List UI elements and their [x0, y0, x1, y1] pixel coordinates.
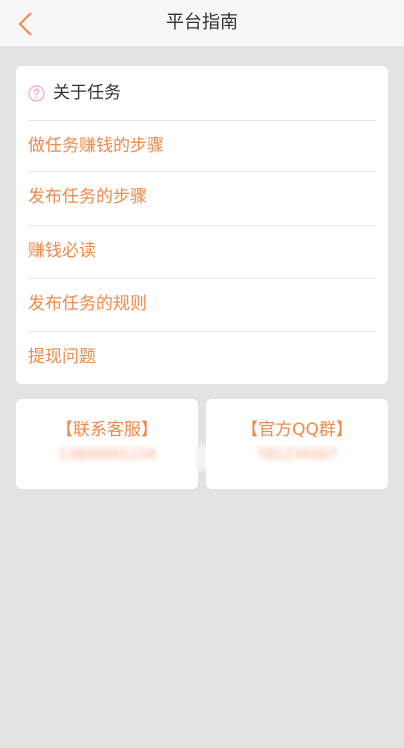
guide-menu-card: 关于任务 做任务赚钱的步骤 发布任务的步骤 赚钱必读 发布任务的规则 提现问题: [16, 66, 388, 384]
menu-section-header: 关于任务: [28, 81, 121, 105]
customer-service-card[interactable]: 【联系客服】 13800001234: [16, 399, 198, 489]
contact-label: 【官方QQ群】: [241, 420, 353, 440]
top-bar: 平台指南: [0, 0, 404, 47]
menu-item-must-read[interactable]: 赚钱必读: [28, 225, 376, 278]
contact-label: 【联系客服】: [56, 420, 158, 440]
menu-item-label: 做任务赚钱的步骤: [28, 136, 164, 156]
menu-item-label: 发布任务的规则: [28, 294, 147, 314]
menu-item-label: 发布任务的步骤: [28, 187, 147, 207]
contact-phone[interactable]: 13800001234: [16, 445, 198, 465]
menu-item-publish-steps[interactable]: 发布任务的步骤: [28, 171, 376, 224]
menu-item-publish-rules[interactable]: 发布任务的规则: [28, 278, 376, 331]
menu-item-label: 赚钱必读: [28, 241, 96, 261]
menu-section-title: 关于任务: [53, 83, 121, 103]
menu-item-label: 提现问题: [28, 347, 96, 367]
question-circle-icon: [28, 84, 45, 102]
menu-item-earn-steps[interactable]: 做任务赚钱的步骤: [28, 120, 376, 173]
qq-group-card[interactable]: 【官方QQ群】 781234567: [206, 399, 388, 489]
page-title: 平台指南: [166, 12, 238, 33]
menu-item-withdraw[interactable]: 提现问题: [28, 331, 376, 384]
qq-group-number[interactable]: 781234567: [206, 445, 388, 465]
